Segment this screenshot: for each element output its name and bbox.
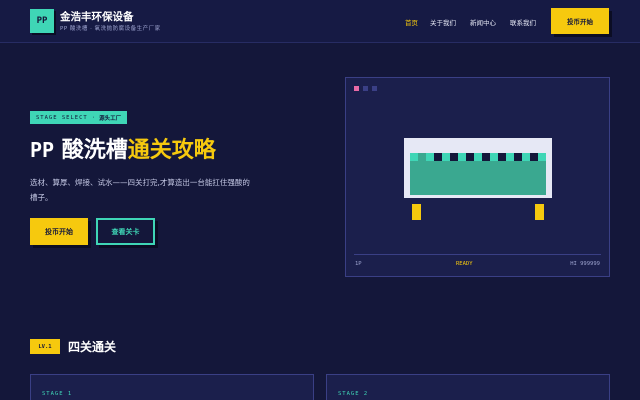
title-main: 酸洗槽 (54, 138, 128, 163)
tag-separator: · (91, 114, 96, 121)
stage-card-label: STAGE 2 (338, 391, 369, 397)
nav-item-home[interactable]: 首页 (405, 17, 418, 27)
stage-card-2[interactable]: STAGE 2 (326, 374, 610, 400)
hi-score-label: HI 999999 (570, 261, 600, 267)
header-start-button[interactable]: 投币开始 (551, 8, 609, 34)
ready-label: READY (456, 261, 473, 267)
game-screen-panel: 1P READY HI 999999 (345, 77, 610, 277)
view-stages-button[interactable]: 查看关卡 (96, 218, 155, 245)
hero-description: 选材、算厚、焊接、试水——四关打完,才算造出一台能扛住强酸的槽子。 (30, 178, 250, 202)
brand-name: 金浩丰环保设备 (60, 11, 134, 23)
stage-select-label: STAGE SELECT (36, 114, 88, 121)
level-badge: LV.1 (30, 339, 60, 354)
stage-card-label: STAGE 1 (42, 391, 73, 397)
site-header: PP 金浩丰环保设备 PP 酸洗槽 · 氧洗抛防腐设备生产厂家 首页 关于我们 … (0, 0, 640, 43)
title-prefix: PP (30, 138, 55, 162)
nav-item-about[interactable]: 关于我们 (430, 17, 456, 27)
player-label: 1P (355, 261, 362, 267)
section-title: 四关通关 (68, 340, 117, 354)
nav-item-contact[interactable]: 联系我们 (510, 17, 536, 27)
hero-title: PP 酸洗槽通关攻略 (30, 132, 216, 164)
logo[interactable]: PP (30, 9, 54, 33)
screen-divider (354, 254, 601, 255)
tag-factory-label: 源头工厂 (99, 115, 122, 122)
brand-tagline: PP 酸洗槽 · 氧洗抛防腐设备生产厂家 (60, 26, 161, 32)
nav-item-news[interactable]: 新闻中心 (470, 17, 496, 27)
stage-select-tag: STAGE SELECT · 源头工厂 (30, 111, 128, 124)
pixel-tank-icon (404, 138, 552, 220)
title-accent: 通关攻略 (127, 138, 216, 163)
stage-card-1[interactable]: STAGE 1 (30, 374, 314, 400)
start-button[interactable]: 投币开始 (30, 218, 88, 245)
